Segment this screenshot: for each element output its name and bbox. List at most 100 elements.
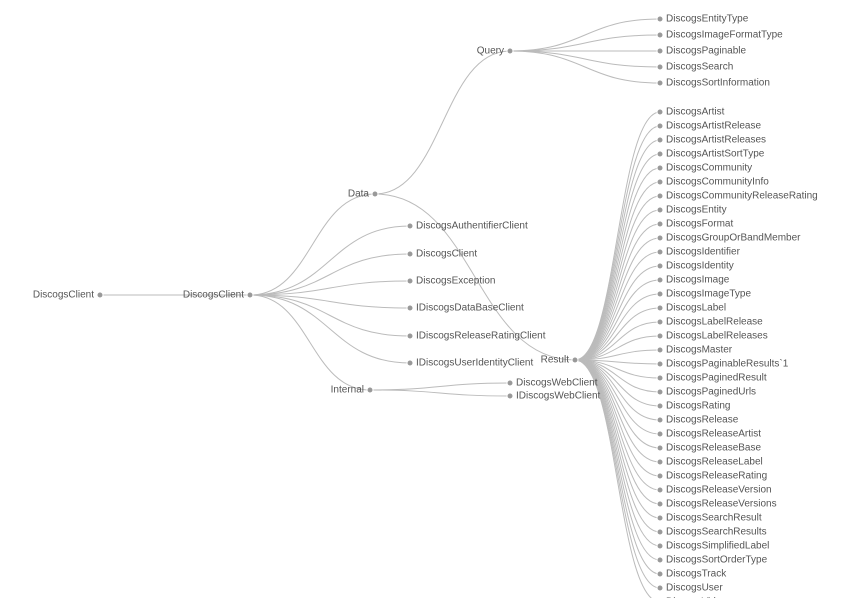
tree-link [510, 35, 660, 51]
tree-node-dot [657, 375, 663, 381]
tree-node-dot [657, 361, 663, 367]
tree-node-label: DiscogsFormat [666, 219, 733, 230]
tree-node-label: DiscogsSearch [666, 62, 733, 73]
tree-node-label: IDiscogsReleaseRatingClient [416, 331, 546, 342]
tree-node-dot [657, 221, 663, 227]
tree-node-dot [657, 123, 663, 129]
tree-node-label: DiscogsWebClient [516, 378, 598, 389]
tree-node-label: DiscogsCommunityInfo [666, 177, 769, 188]
tree-node-dot [657, 207, 663, 213]
tree-node-label: DiscogsClient [416, 249, 477, 260]
tree-node-label: DiscogsArtist [666, 107, 725, 118]
tree-node-label: IDiscogsUserIdentityClient [416, 358, 533, 369]
tree-link [575, 252, 660, 360]
tree-link [250, 226, 410, 295]
tree-node-label: DiscogsPaginedUrls [666, 387, 756, 398]
tree-link [510, 19, 660, 51]
tree-node-label: DiscogsArtistRelease [666, 121, 761, 132]
tree-node-dot [507, 380, 513, 386]
tree-node-dot [407, 333, 413, 339]
tree-node-dot [657, 473, 663, 479]
tree-link [250, 295, 370, 390]
tree-link [250, 194, 375, 295]
tree-node-label: DiscogsSearchResult [666, 513, 762, 524]
tree-link [575, 168, 660, 360]
tree-link [575, 112, 660, 360]
tree-link [370, 390, 510, 396]
tree-link [575, 210, 660, 360]
tree-node-dot [657, 501, 663, 507]
tree-node-dot [657, 417, 663, 423]
tree-node-label: IDiscogsDataBaseClient [416, 303, 524, 314]
tree-node-dot [657, 445, 663, 451]
tree-node-label: DiscogsRelease [666, 415, 739, 426]
tree-node-dot [657, 137, 663, 143]
tree-node-dot [657, 291, 663, 297]
tree-node-dot [507, 48, 513, 54]
tree-node-label: DiscogsLabelRelease [666, 317, 763, 328]
tree-node-label: DiscogsTrack [666, 569, 727, 580]
tree-node-label: DiscogsImageType [666, 289, 751, 300]
tree-node-dot [657, 32, 663, 38]
tree-node-label: Internal [331, 385, 364, 396]
tree-node-label: DiscogsEntityType [666, 14, 749, 25]
tree-node-label: Result [541, 355, 570, 366]
tree-node-label: DiscogsEntity [666, 205, 727, 216]
tree-node-dot [407, 251, 413, 257]
tree-node-dot [407, 305, 413, 311]
tree-node-dot [657, 193, 663, 199]
tree-node-label: DiscogsSortInformation [666, 78, 770, 89]
tree-node-label: DiscogsImage [666, 275, 730, 286]
tree-link [575, 154, 660, 360]
tree-node-dot [657, 585, 663, 591]
tree-node-dot [657, 165, 663, 171]
tree-node-dot [657, 347, 663, 353]
tree-node-label: DiscogsImageFormatType [666, 30, 783, 41]
tree-node-dot [657, 109, 663, 115]
tree-node-label: DiscogsReleaseArtist [666, 429, 761, 440]
tree-node-dot [367, 387, 373, 393]
tree-node-dot [657, 277, 663, 283]
tree-node-dot [657, 16, 663, 22]
tree-node-label: DiscogsSortOrderType [666, 555, 768, 566]
tree-node-label: DiscogsSearchResults [666, 527, 767, 538]
tree-node-dot [657, 389, 663, 395]
tree-node-label: Query [477, 46, 504, 57]
tree-node-label: DiscogsException [416, 276, 495, 287]
tree-node-dot [657, 515, 663, 521]
tree-node-dot [657, 459, 663, 465]
tree-node-label: DiscogsSimplifiedLabel [666, 541, 769, 552]
tree-link [375, 51, 510, 194]
tree-node-dot [657, 529, 663, 535]
tree-node-dot [657, 571, 663, 577]
tree-node-label: DiscogsMaster [666, 345, 733, 356]
tree-node-label: DiscogsCommunity [666, 163, 752, 174]
tree-node-label: DiscogsUser [666, 583, 723, 594]
tree-link [510, 51, 660, 83]
tree-node-label: DiscogsIdentity [666, 261, 734, 272]
tree-node-dot [372, 191, 378, 197]
tree-node-label: DiscogsPaginedResult [666, 373, 767, 384]
tree-node-label: DiscogsReleaseVersions [666, 499, 777, 510]
tree-node-label: DiscogsPaginable [666, 46, 746, 57]
tree-node-dot [572, 357, 578, 363]
tree-node-dot [657, 151, 663, 157]
tree-node-label: DiscogsClient [33, 290, 94, 301]
tree-link [575, 196, 660, 360]
tree-node-label: DiscogsLabelReleases [666, 331, 768, 342]
tree-link [370, 383, 510, 390]
tree-node-label: DiscogsReleaseBase [666, 443, 761, 454]
tree-node-dot [657, 263, 663, 269]
tree-node-dot [657, 179, 663, 185]
tree-node-dot [657, 235, 663, 241]
tree-node-dot [97, 292, 103, 298]
tree-link [250, 295, 410, 363]
tree-node-dot [657, 543, 663, 549]
tree-node-dot [657, 557, 663, 563]
tree-node-label: DiscogsAuthentifierClient [416, 221, 528, 232]
tree-node-dot [657, 305, 663, 311]
tree-node-dot [657, 333, 663, 339]
tree-node-dot [407, 278, 413, 284]
tree-node-dot [657, 64, 663, 70]
tree-node-label: DiscogsReleaseVersion [666, 485, 772, 496]
